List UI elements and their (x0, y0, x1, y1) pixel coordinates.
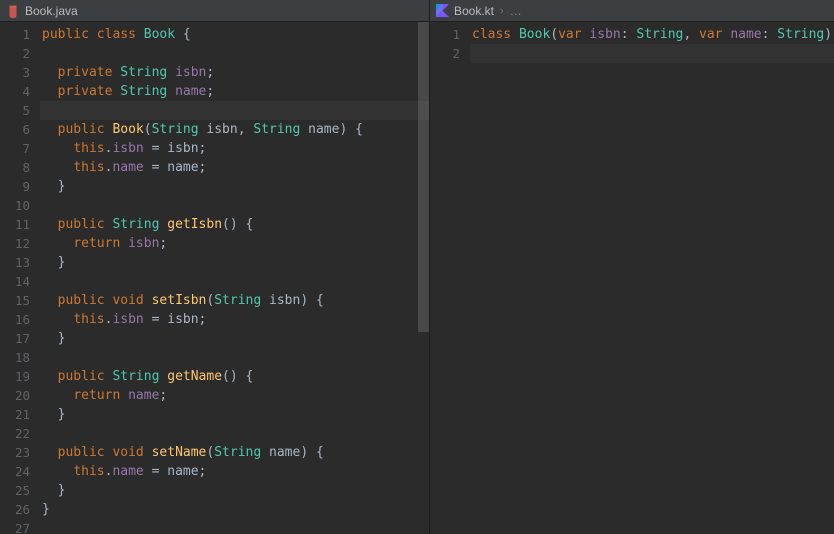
line-number: 6 (0, 120, 30, 139)
tab-label-left[interactable]: Book.java (25, 4, 78, 18)
line-number: 19 (0, 367, 30, 386)
line-number: 22 (0, 424, 30, 443)
line-number: 10 (0, 196, 30, 215)
line-number: 23 (0, 443, 30, 462)
code-line[interactable]: public String getName() { (40, 367, 429, 386)
code-line[interactable]: public void setIsbn(String isbn) { (40, 291, 429, 310)
line-number: 13 (0, 253, 30, 272)
kotlin-file-icon (436, 4, 449, 17)
line-number: 14 (0, 272, 30, 291)
line-number: 24 (0, 462, 30, 481)
tab-bar-right: Book.kt › … (430, 0, 834, 22)
code-area-left[interactable]: public class Book { private String isbn;… (40, 22, 429, 534)
editor-area-right[interactable]: 12 class Book(var isbn: String, var name… (430, 22, 834, 534)
code-line[interactable]: this.name = name; (40, 462, 429, 481)
code-line[interactable]: public String getIsbn() { (40, 215, 429, 234)
line-number: 11 (0, 215, 30, 234)
line-number: 1 (0, 25, 30, 44)
code-line[interactable]: } (40, 177, 429, 196)
line-number: 20 (0, 386, 30, 405)
line-number: 3 (0, 63, 30, 82)
line-number: 26 (0, 500, 30, 519)
line-number: 12 (0, 234, 30, 253)
line-number: 27 (0, 519, 30, 534)
code-line[interactable]: return name; (40, 386, 429, 405)
line-number: 18 (0, 348, 30, 367)
scrollbar-thumb-left[interactable] (418, 22, 429, 332)
code-line[interactable]: return isbn; (40, 234, 429, 253)
editor-pane-left: Book.java 123456789101112131415161718192… (0, 0, 430, 534)
breadcrumb-more[interactable]: … (510, 4, 522, 18)
code-line[interactable]: private String isbn; (40, 63, 429, 82)
code-line[interactable]: this.isbn = isbn; (40, 310, 429, 329)
line-number: 25 (0, 481, 30, 500)
code-line[interactable]: } (40, 405, 429, 424)
breadcrumb-chevron-icon: › (500, 5, 504, 17)
gutter-right: 12 (430, 22, 470, 534)
code-line[interactable]: } (40, 329, 429, 348)
editor-pane-right: Book.kt › … 12 class Book(var isbn: Stri… (430, 0, 834, 534)
code-line[interactable] (40, 424, 429, 443)
editor-area-left[interactable]: 1234567891011121314151617181920212223242… (0, 22, 429, 534)
line-number: 2 (430, 44, 460, 63)
code-line[interactable]: } (40, 500, 429, 519)
code-line[interactable] (40, 272, 429, 291)
code-line[interactable] (40, 196, 429, 215)
line-number: 7 (0, 139, 30, 158)
code-line[interactable] (40, 519, 429, 534)
code-line[interactable]: this.name = name; (40, 158, 429, 177)
line-number: 1 (430, 25, 460, 44)
code-area-right[interactable]: class Book(var isbn: String, var name: S… (470, 22, 834, 534)
gutter-left: 1234567891011121314151617181920212223242… (0, 22, 40, 534)
code-line[interactable]: public Book(String isbn, String name) { (40, 120, 429, 139)
line-number: 17 (0, 329, 30, 348)
line-number: 9 (0, 177, 30, 196)
line-number: 2 (0, 44, 30, 63)
code-line[interactable]: public void setName(String name) { (40, 443, 429, 462)
line-number: 8 (0, 158, 30, 177)
code-line[interactable]: class Book(var isbn: String, var name: S… (470, 25, 834, 44)
scrollbar-left[interactable] (418, 22, 429, 534)
java-file-icon (6, 4, 20, 18)
tab-bar-left: Book.java (0, 0, 429, 22)
line-number: 21 (0, 405, 30, 424)
code-line[interactable]: private String name; (40, 82, 429, 101)
code-line[interactable]: public class Book { (40, 25, 429, 44)
line-number: 4 (0, 82, 30, 101)
code-line[interactable] (40, 348, 429, 367)
code-line[interactable] (40, 44, 429, 63)
line-number: 15 (0, 291, 30, 310)
code-line[interactable] (40, 101, 429, 120)
code-line[interactable]: } (40, 481, 429, 500)
code-line[interactable]: } (40, 253, 429, 272)
tab-label-right[interactable]: Book.kt (454, 4, 494, 18)
code-line[interactable] (470, 44, 834, 63)
code-line[interactable]: this.isbn = isbn; (40, 139, 429, 158)
line-number: 5 (0, 101, 30, 120)
line-number: 16 (0, 310, 30, 329)
